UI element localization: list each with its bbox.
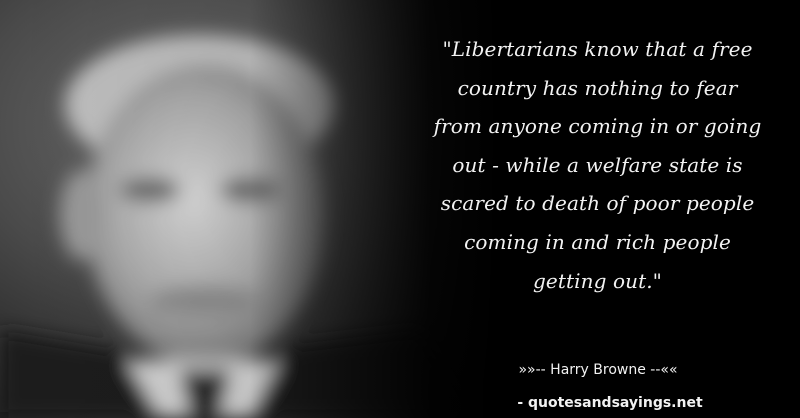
quote-line: coming in and rich people [464,229,731,254]
quote-text: "Libertarians know that a free country h… [405,30,790,300]
quote-line: "Libertarians know that a free [442,37,753,61]
quote-card: "Libertarians know that a free country h… [0,0,800,418]
quote-line: country has nothing to fear [457,75,738,100]
quote-line: from anyone coming in or going [433,114,762,139]
quote-line: scared to death of poor people [440,191,755,216]
quote-author: »»-- Harry Browne --«« [518,362,678,378]
source-watermark: - quotesandsayings.net [517,395,703,411]
quote-line: getting out." [533,268,662,293]
quote-line: out - while a welfare state is [452,152,743,177]
